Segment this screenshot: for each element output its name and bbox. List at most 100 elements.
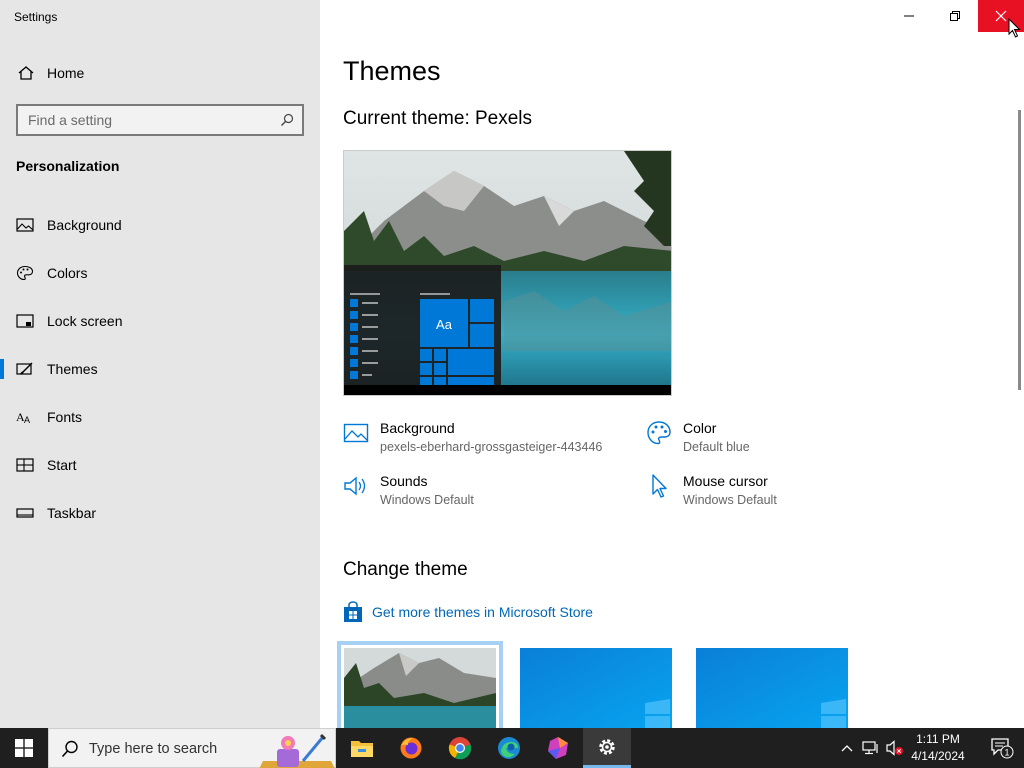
mouse-cursor-property[interactable]: Mouse cursor Windows Default	[646, 473, 826, 513]
sidebar-item-label: Fonts	[47, 409, 83, 425]
taskbar-search-box[interactable]: Type here to search	[48, 728, 336, 768]
action-center-button[interactable]: 1	[980, 728, 1024, 768]
chevron-up-icon	[841, 745, 853, 752]
svg-text:A: A	[24, 415, 30, 425]
settings-icon	[599, 738, 615, 755]
taskbar-settings[interactable]	[583, 728, 631, 768]
home-icon	[18, 66, 34, 80]
app-title: Settings	[14, 10, 58, 24]
mouse-cursor-property-name: Mouse cursor	[683, 473, 768, 489]
edge-icon	[498, 737, 520, 759]
taskbar: Type here to search 1:11 PM 4/14/2024 1	[0, 728, 1024, 768]
clock-time: 1:11 PM	[916, 732, 960, 746]
show-hidden-icons-button[interactable]	[838, 728, 856, 768]
notification-count: 1	[1004, 748, 1009, 758]
app-icon	[548, 737, 568, 759]
theme-thumbnail-image	[520, 648, 672, 728]
palette-icon	[16, 265, 34, 281]
nav-home[interactable]: Home	[0, 58, 320, 88]
theme-preview: Aa	[343, 150, 672, 396]
color-property-name: Color	[683, 420, 717, 436]
chrome-icon	[448, 737, 472, 760]
search-icon[interactable]	[280, 113, 294, 127]
section-title: Personalization	[16, 158, 120, 174]
restore-icon	[950, 11, 960, 21]
sidebar-item-fonts[interactable]: A A Fonts	[0, 397, 320, 437]
sidebar-item-colors[interactable]: Colors	[0, 253, 320, 293]
taskbar-file-explorer[interactable]	[338, 728, 386, 768]
find-setting-input[interactable]	[18, 106, 268, 134]
sidebar-item-label: Lock screen	[47, 313, 123, 329]
store-icon	[344, 601, 362, 622]
mouse-cursor-property-value: Windows Default	[683, 493, 777, 507]
theme-thumbnail-windows[interactable]	[520, 648, 672, 728]
network-icon	[862, 741, 878, 755]
sounds-property[interactable]: Sounds Windows Default	[343, 473, 543, 513]
volume-muted-icon	[886, 740, 903, 756]
minimize-icon	[904, 15, 914, 17]
sidebar-item-start[interactable]: Start	[0, 445, 320, 485]
sidebar: Settings Home Personalization Background…	[0, 0, 320, 728]
theme-thumbnail-image	[344, 648, 496, 728]
search-highlight-icon	[259, 733, 335, 768]
page-title: Themes	[343, 56, 441, 86]
theme-thumbnail-image	[696, 648, 848, 728]
clock-date: 4/14/2024	[911, 749, 965, 763]
background-property-name: Background	[380, 420, 455, 436]
microsoft-store-link[interactable]: Get more themes in Microsoft Store	[343, 601, 603, 623]
lock-screen-icon	[16, 314, 34, 328]
volume-button[interactable]	[884, 728, 906, 768]
mouse-pointer-icon	[1008, 18, 1021, 38]
taskbar-clock[interactable]: 1:11 PM 4/14/2024	[904, 731, 972, 765]
fonts-icon: A A	[16, 410, 30, 425]
sidebar-item-label: Colors	[47, 265, 88, 281]
speaker-icon	[344, 476, 366, 496]
active-indicator	[0, 359, 4, 379]
find-setting-box[interactable]	[16, 104, 304, 136]
file-explorer-icon	[351, 741, 373, 757]
sidebar-item-background[interactable]: Background	[0, 205, 320, 245]
taskbar-edge[interactable]	[485, 728, 533, 768]
network-button[interactable]	[860, 728, 882, 768]
sidebar-item-taskbar[interactable]: Taskbar	[0, 493, 320, 533]
firefox-icon	[400, 737, 422, 759]
theme-thumbnail-pexels[interactable]	[337, 641, 503, 735]
start-icon	[16, 458, 34, 472]
notification-icon: 1	[991, 738, 1014, 759]
background-property[interactable]: Background pexels-eberhard-grossgasteige…	[343, 420, 623, 460]
current-theme-label: Current theme: Pexels	[343, 108, 533, 129]
start-button[interactable]	[0, 728, 48, 768]
taskbar-app[interactable]	[534, 728, 582, 768]
color-property-value: Default blue	[683, 440, 750, 454]
color-property[interactable]: Color Default blue	[646, 420, 826, 460]
restore-button[interactable]	[932, 0, 978, 32]
preview-tile-text: Aa	[436, 317, 453, 332]
taskbar-icon	[16, 508, 34, 518]
search-icon	[61, 740, 78, 758]
sounds-property-value: Windows Default	[380, 493, 474, 507]
taskbar-search-placeholder: Type here to search	[89, 741, 218, 757]
background-property-value: pexels-eberhard-grossgasteiger-443446	[380, 440, 603, 454]
taskbar-firefox[interactable]	[387, 728, 435, 768]
cursor-icon	[652, 474, 667, 498]
minimize-button[interactable]	[886, 0, 932, 32]
scrollbar[interactable]	[1018, 110, 1021, 390]
sidebar-item-label: Background	[47, 217, 122, 233]
taskbar-chrome[interactable]	[436, 728, 484, 768]
sidebar-item-label: Start	[47, 457, 77, 473]
windows-logo-icon	[15, 739, 33, 757]
sidebar-item-lock-screen[interactable]: Lock screen	[0, 301, 320, 341]
sidebar-item-label: Taskbar	[47, 505, 97, 521]
themes-icon	[16, 362, 33, 375]
sidebar-item-themes[interactable]: Themes	[0, 349, 320, 389]
theme-preview-image: Aa	[344, 151, 671, 395]
picture-icon	[343, 423, 369, 443]
palette-icon	[647, 421, 671, 445]
microsoft-store-link-label: Get more themes in Microsoft Store	[372, 604, 593, 620]
picture-icon	[16, 218, 34, 232]
change-theme-title: Change theme	[343, 559, 468, 580]
sidebar-item-label: Themes	[47, 361, 98, 377]
close-icon	[995, 10, 1007, 22]
theme-thumbnail-windows-light[interactable]	[696, 648, 848, 728]
sounds-property-name: Sounds	[380, 473, 428, 489]
